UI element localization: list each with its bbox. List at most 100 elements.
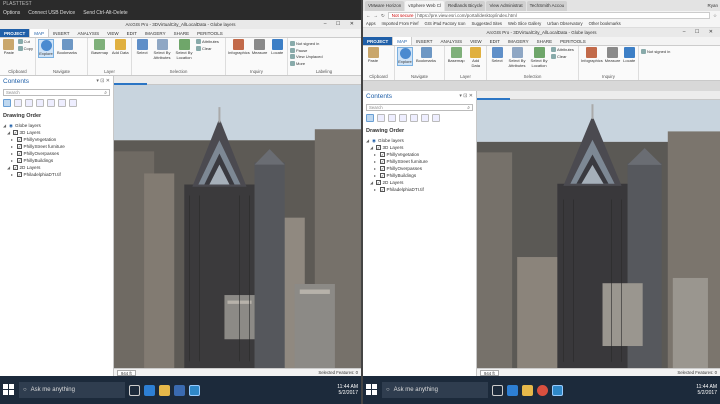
edge-icon[interactable] xyxy=(507,384,518,396)
source-icon[interactable] xyxy=(377,114,385,122)
windows-start-icon[interactable] xyxy=(366,384,378,396)
select-button[interactable]: Select xyxy=(489,47,505,64)
locate-button[interactable]: Locate xyxy=(269,39,285,56)
more-labeling-button[interactable]: More xyxy=(290,60,323,66)
select-by-attributes-button[interactable]: Select By Attributes xyxy=(152,39,172,60)
browser-tab[interactable]: VMware Horizon xyxy=(365,1,405,11)
pane-controls[interactable]: ▾ ⊡ ✕ xyxy=(96,78,110,85)
browser-tab[interactable]: Redlands Bicycle xyxy=(444,1,486,11)
add-data-button[interactable]: Add Data xyxy=(467,47,484,68)
tab-map[interactable]: MAP xyxy=(29,29,50,37)
drawing-order-icon[interactable] xyxy=(366,114,374,122)
contents-search-input[interactable]: Search ⌕ xyxy=(3,89,110,96)
tree-group-2d[interactable]: ◢ ✓ 2D Layers xyxy=(0,164,113,171)
url-input[interactable]: Not secure | https://pre.view.esri.com/p… xyxy=(387,12,710,19)
tree-layer-row[interactable]: ▸ ✓ PhillyVegetation xyxy=(363,151,476,158)
tree-layer-row[interactable]: ▸ ✓ PhillyStreet furniture xyxy=(363,158,476,165)
infographics-button[interactable]: Infographics xyxy=(228,39,250,56)
measure-button[interactable]: Measure xyxy=(605,47,620,64)
pause-labeling-button[interactable]: Pause xyxy=(290,47,323,53)
measure-button[interactable]: Measure xyxy=(252,39,268,56)
task-view-icon[interactable] xyxy=(492,384,503,396)
basemap-button[interactable]: Basemap xyxy=(90,39,109,56)
tab-view[interactable]: VIEW xyxy=(103,29,123,37)
copy-button[interactable]: Copy xyxy=(17,45,33,51)
source-icon[interactable] xyxy=(14,99,22,107)
tree-layer-row[interactable]: ▸ ✓ PhiladelphiaDTI.tif xyxy=(0,171,113,178)
tree-layer-row[interactable]: ▸ ✓ PhillyOverpasses xyxy=(363,165,476,172)
explore-button[interactable]: Explore xyxy=(397,47,413,66)
arcgis-pro-icon[interactable] xyxy=(189,384,200,396)
tab-peritools[interactable]: PERITOOLS xyxy=(193,29,227,37)
tab-project[interactable]: PROJECT xyxy=(363,37,393,45)
tab-imagery[interactable]: IMAGERY xyxy=(504,37,533,45)
city-scene[interactable] xyxy=(477,100,720,373)
drawing-order-icon[interactable] xyxy=(3,99,11,107)
tree-layer-row[interactable]: ▸ ✓ PhillyBuildings xyxy=(0,157,113,164)
add-data-button[interactable]: Add Data xyxy=(111,39,129,56)
bookmark-item[interactable]: Suggested Sites xyxy=(472,20,503,27)
browser-user[interactable]: Ryan xyxy=(707,1,718,11)
select-button[interactable]: Select xyxy=(134,39,150,56)
connect-usb-button[interactable]: Connect USB Device xyxy=(28,10,75,16)
tab-analysis[interactable]: ANALYSIS xyxy=(436,37,466,45)
charts-icon[interactable] xyxy=(432,114,440,122)
cortana-search-input[interactable]: ○ Ask me anything xyxy=(19,382,125,398)
select-by-location-button[interactable]: Select By Location xyxy=(174,39,194,60)
labeling-icon[interactable] xyxy=(421,114,429,122)
city-scene[interactable] xyxy=(114,85,361,373)
tab-project[interactable]: PROJECT xyxy=(0,29,30,37)
window-controls[interactable]: – ☐ ✕ xyxy=(683,28,717,37)
tab-peritools[interactable]: PERITOOLS xyxy=(556,37,590,45)
bookmark-item[interactable]: Apps xyxy=(366,20,376,27)
system-clock[interactable]: 11:44 AM 5/2/2017 xyxy=(696,384,717,396)
attributes-button[interactable]: Attributes xyxy=(551,47,574,52)
snapping-icon[interactable] xyxy=(410,114,418,122)
reload-icon[interactable]: ↻ xyxy=(381,13,385,19)
tab-imagery[interactable]: IMAGERY xyxy=(141,29,170,37)
chrome-icon[interactable] xyxy=(537,384,548,396)
browser-tab[interactable]: TechSmith Accou xyxy=(526,1,568,11)
tree-layer-row[interactable]: ▸ ✓ PhiladelphiaDTI.tif xyxy=(363,186,476,193)
tree-group-3d[interactable]: ◢ ✓ 3D Layers xyxy=(363,144,476,151)
charts-icon[interactable] xyxy=(69,99,77,107)
infographics-button[interactable]: Infographics xyxy=(581,47,603,64)
snapping-icon[interactable] xyxy=(47,99,55,107)
bookmark-item[interactable]: GIS iPad Factory Icon xyxy=(425,20,466,27)
bookmark-item[interactable]: Other bookmarks xyxy=(589,20,621,27)
tab-view[interactable]: VIEW xyxy=(466,37,486,45)
store-icon[interactable] xyxy=(174,384,185,396)
tab-share[interactable]: SHARE xyxy=(533,37,557,45)
clear-selection-button[interactable]: Clear xyxy=(196,45,219,51)
tab-analysis[interactable]: ANALYSIS xyxy=(73,29,103,37)
window-controls[interactable]: – ☐ ✕ xyxy=(324,20,358,29)
tree-globe-row[interactable]: ◢ ◉ Globe layers xyxy=(0,122,113,129)
bookmark-item[interactable]: Web Slice Gallery xyxy=(508,20,541,27)
bookmark-item[interactable]: Imported From Firef xyxy=(382,20,419,27)
selection-icon[interactable] xyxy=(25,99,33,107)
send-ctrl-alt-del-button[interactable]: Send Ctrl-Alt-Delete xyxy=(83,10,127,16)
basemap-button[interactable]: Basemap xyxy=(447,47,465,64)
clear-selection-button[interactable]: Clear xyxy=(551,53,574,59)
bookmarks-button[interactable]: Bookmarks xyxy=(56,39,78,56)
labeling-icon[interactable] xyxy=(58,99,66,107)
tab-insert[interactable]: INSERT xyxy=(412,37,436,45)
task-view-icon[interactable] xyxy=(129,384,140,396)
bookmark-item[interactable]: Urban Observatory xyxy=(547,20,582,27)
attributes-button[interactable]: Attributes xyxy=(196,39,219,44)
paste-button[interactable]: Paste xyxy=(365,47,381,64)
tree-layer-row[interactable]: ▸ ✓ PhillyOverpasses xyxy=(0,150,113,157)
tree-group-3d[interactable]: ◢ ✓ 3D Layers xyxy=(0,129,113,136)
tab-edit[interactable]: EDIT xyxy=(486,37,504,45)
explore-button[interactable]: Explore xyxy=(38,39,54,58)
tree-globe-row[interactable]: ◢ ◉ Globe layers xyxy=(363,137,476,144)
edit-icon[interactable] xyxy=(399,114,407,122)
pane-controls[interactable]: ▾ ⊡ ✕ xyxy=(459,93,473,100)
tab-map[interactable]: MAP xyxy=(392,37,413,45)
selection-icon[interactable] xyxy=(388,114,396,122)
file-explorer-icon[interactable] xyxy=(522,384,533,396)
sign-in-status[interactable]: Not signed in xyxy=(641,49,670,54)
paste-button[interactable]: Paste xyxy=(2,39,16,56)
scale-input[interactable]: 944 ft xyxy=(117,369,136,376)
tab-insert[interactable]: INSERT xyxy=(49,29,73,37)
